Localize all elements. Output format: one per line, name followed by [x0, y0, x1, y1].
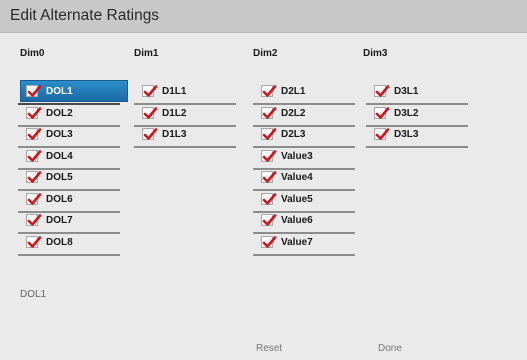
rating-item-label: D3L1	[394, 86, 419, 97]
rating-item-0-4[interactable]: DOL5	[18, 169, 120, 191]
dim-header-2: Dim2	[253, 48, 278, 59]
checkbox-checked-icon[interactable]	[26, 149, 42, 162]
rating-item-0-6[interactable]: DOL7	[18, 212, 120, 234]
checkbox-checked-icon[interactable]	[261, 106, 277, 119]
checkbox-checked-icon[interactable]	[142, 128, 158, 140]
rating-item-0-7[interactable]: DOL8	[18, 234, 120, 256]
rating-item-label: DOL5	[46, 172, 73, 183]
item-divider	[134, 146, 236, 148]
rating-item-label: D3L2	[394, 107, 419, 119]
rating-item-2-6[interactable]: Value6	[253, 212, 355, 234]
rating-item-label: DOL2	[46, 107, 73, 119]
window-title: Edit Alternate Ratings	[10, 7, 160, 24]
rating-item-2-4[interactable]: Value4	[253, 169, 355, 191]
reset-button[interactable]: Reset	[256, 343, 282, 354]
rating-item-label: D1L3	[162, 129, 187, 140]
rating-item-label: DOL4	[46, 150, 73, 162]
checkbox-checked-icon[interactable]	[261, 192, 277, 205]
rating-item-2-0[interactable]: D2L1	[253, 83, 355, 105]
rating-item-label: D1L1	[162, 86, 187, 97]
rating-item-3-0[interactable]: D3L1	[366, 83, 468, 105]
checkbox-checked-icon[interactable]	[26, 171, 42, 183]
current-selection-label: DOL1	[20, 289, 47, 300]
rating-item-2-3[interactable]: Value3	[253, 148, 355, 170]
checkbox-checked-icon[interactable]	[26, 85, 42, 97]
item-divider	[253, 253, 355, 256]
rating-item-1-0[interactable]: D1L1	[134, 83, 236, 105]
rating-item-label: Value3	[281, 150, 313, 162]
checkbox-checked-icon[interactable]	[26, 214, 42, 226]
rating-item-label: DOL3	[46, 129, 73, 140]
checkbox-checked-icon[interactable]	[261, 171, 277, 183]
checkbox-checked-icon[interactable]	[374, 85, 390, 97]
checkbox-checked-icon[interactable]	[142, 106, 158, 119]
rating-item-2-7[interactable]: Value7	[253, 234, 355, 256]
rating-item-label: DOL1	[46, 86, 73, 97]
dim-header-1: Dim1	[134, 48, 159, 59]
checkbox-checked-icon[interactable]	[374, 128, 390, 140]
checkbox-checked-icon[interactable]	[26, 192, 42, 205]
rating-item-label: Value5	[281, 193, 313, 205]
rating-item-label: D2L1	[281, 86, 306, 97]
checkbox-checked-icon[interactable]	[261, 128, 277, 140]
rating-item-label: D2L3	[281, 129, 306, 140]
dim-header-3: Dim3	[363, 48, 388, 59]
rating-item-label: DOL8	[46, 236, 73, 248]
rating-item-3-2[interactable]: D3L3	[366, 126, 468, 148]
checkbox-checked-icon[interactable]	[26, 106, 42, 119]
rating-item-label: D1L2	[162, 107, 187, 119]
rating-item-label: Value4	[281, 172, 313, 183]
rating-item-label: D3L3	[394, 129, 419, 140]
checkbox-checked-icon[interactable]	[261, 214, 277, 226]
rating-item-1-1[interactable]: D1L2	[134, 105, 236, 127]
rating-item-label: DOL7	[46, 215, 73, 226]
rating-item-2-2[interactable]: D2L3	[253, 126, 355, 148]
rating-item-0-1[interactable]: DOL2	[18, 105, 120, 127]
rating-item-0-0[interactable]: DOL1	[18, 80, 128, 105]
checkbox-checked-icon[interactable]	[261, 149, 277, 162]
rating-item-label: Value7	[281, 236, 313, 248]
checkbox-checked-icon[interactable]	[26, 235, 42, 248]
rating-item-0-2[interactable]: DOL3	[18, 126, 120, 148]
title-bar: Edit Alternate Ratings	[0, 0, 527, 33]
done-button[interactable]: Done	[378, 343, 402, 354]
rating-item-0-3[interactable]: DOL4	[18, 148, 120, 170]
rating-item-label: Value6	[281, 215, 313, 226]
checkbox-checked-icon[interactable]	[374, 106, 390, 119]
rating-item-label: DOL6	[46, 193, 73, 205]
checkbox-checked-icon[interactable]	[261, 85, 277, 97]
rating-item-label: D2L2	[281, 107, 306, 119]
checkbox-checked-icon[interactable]	[142, 85, 158, 97]
item-divider	[366, 146, 468, 148]
rating-item-2-5[interactable]: Value5	[253, 191, 355, 213]
dim-header-0: Dim0	[20, 48, 45, 59]
checkbox-checked-icon[interactable]	[26, 128, 42, 140]
item-divider	[18, 253, 120, 256]
rating-item-2-1[interactable]: D2L2	[253, 105, 355, 127]
rating-item-3-1[interactable]: D3L2	[366, 105, 468, 127]
rating-item-1-2[interactable]: D1L3	[134, 126, 236, 148]
rating-item-0-5[interactable]: DOL6	[18, 191, 120, 213]
checkbox-checked-icon[interactable]	[261, 235, 277, 248]
